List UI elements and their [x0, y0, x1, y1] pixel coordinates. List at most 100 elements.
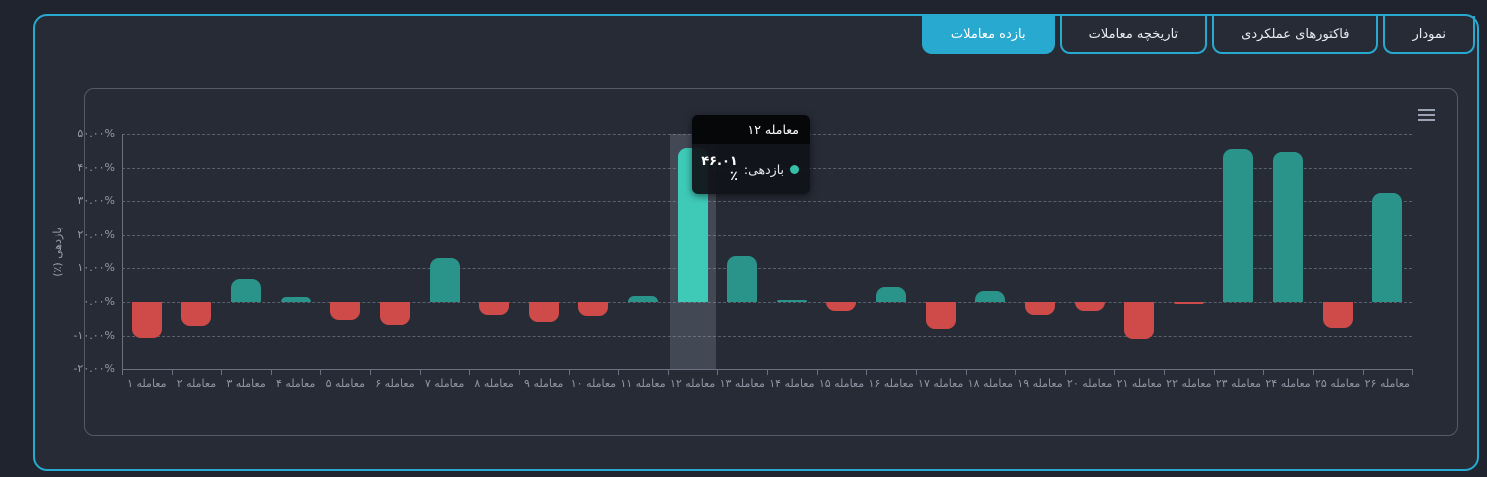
x-axis-tick — [618, 369, 619, 375]
y-axis-tick-label: ۳۰.۰۰% — [32, 193, 115, 208]
tab-trade-history[interactable]: تاریخچه معاملات — [1060, 16, 1208, 54]
bar-معامله ۲۲[interactable] — [1174, 302, 1204, 304]
x-axis-category-label: معامله ۱۶ — [866, 376, 916, 391]
bar-معامله ۵[interactable] — [330, 302, 360, 320]
bar-معامله ۲۱[interactable] — [1124, 302, 1154, 339]
x-axis-category-label: معامله ۱۲ — [668, 376, 718, 391]
y-gridline — [122, 336, 1412, 337]
bar-معامله ۶[interactable] — [380, 302, 410, 325]
x-axis-tick — [916, 369, 917, 375]
bar-معامله ۱۳[interactable] — [727, 256, 757, 302]
bar-معامله ۲۵[interactable] — [1323, 302, 1353, 328]
x-axis-tick — [1313, 369, 1314, 375]
tab-chart[interactable]: نمودار — [1383, 16, 1475, 54]
x-axis-tick — [1263, 369, 1264, 375]
bar-معامله ۳[interactable] — [231, 279, 261, 302]
bar-معامله ۱۰[interactable] — [578, 302, 608, 316]
x-axis-tick — [569, 369, 570, 375]
tab-label: فاکتورهای عملکردی — [1241, 27, 1349, 42]
x-axis-category-label: معامله ۲۴ — [1263, 376, 1313, 391]
bar-معامله ۱۴[interactable] — [777, 300, 807, 302]
x-axis-tick — [519, 369, 520, 375]
bar-معامله ۱۹[interactable] — [1025, 302, 1055, 315]
bar-معامله ۲۳[interactable] — [1223, 149, 1253, 302]
tooltip: معامله ۱۲ بازدهی: ۴۶.۰۱ ٪ — [692, 115, 810, 194]
bar-معامله ۱[interactable] — [132, 302, 162, 338]
x-axis-tick — [271, 369, 272, 375]
bar-معامله ۱۱[interactable] — [628, 296, 658, 302]
tooltip-title: معامله ۱۲ — [692, 115, 810, 144]
tab-trade-returns[interactable]: بازده معاملات — [922, 16, 1055, 54]
x-axis-category-label: معامله ۱۸ — [966, 376, 1016, 391]
x-axis-category-label: معامله ۲۲ — [1164, 376, 1214, 391]
bar-معامله ۱۷[interactable] — [926, 302, 956, 329]
x-axis-category-label: معامله ۱۱ — [618, 376, 668, 391]
y-axis-tick-label: ۰.۰۰% — [32, 294, 115, 309]
y-gridline — [122, 201, 1412, 202]
x-axis-tick — [668, 369, 669, 375]
tooltip-series-label: بازدهی: — [744, 162, 784, 177]
x-axis-tick — [1214, 369, 1215, 375]
x-axis-category-label: معامله ۳ — [221, 376, 271, 391]
x-axis-tick — [320, 369, 321, 375]
y-axis-tick-label: -۱۰.۰۰% — [32, 328, 115, 343]
x-axis-category-label: معامله ۲۰ — [1065, 376, 1115, 391]
x-axis-tick — [866, 369, 867, 375]
y-axis-tick-label: ۵۰.۰۰% — [32, 126, 115, 141]
y-gridline — [122, 268, 1412, 269]
x-axis-category-label: معامله ۲۱ — [1114, 376, 1164, 391]
bar-معامله ۱۵[interactable] — [826, 302, 856, 311]
y-axis-tick-label: ۴۰.۰۰% — [32, 160, 115, 175]
x-axis-category-label: معامله ۱۹ — [1015, 376, 1065, 391]
bar-معامله ۴[interactable] — [281, 297, 311, 302]
x-axis-tick — [370, 369, 371, 375]
x-axis-tick — [172, 369, 173, 375]
bar-معامله ۲[interactable] — [181, 302, 211, 326]
tab-label: نمودار — [1412, 27, 1446, 42]
x-axis-category-label: معامله ۱۵ — [817, 376, 867, 391]
x-axis-category-label: معامله ۲۵ — [1313, 376, 1363, 391]
x-axis-category-label: معامله ۲۳ — [1214, 376, 1264, 391]
x-axis-tick — [1164, 369, 1165, 375]
x-axis-category-label: معامله ۱۳ — [717, 376, 767, 391]
x-axis-tick — [1015, 369, 1016, 375]
x-axis-tick — [767, 369, 768, 375]
bar-معامله ۲۴[interactable] — [1273, 152, 1303, 302]
chart-panel: ۵۰.۰۰%۴۰.۰۰%۳۰.۰۰%۲۰.۰۰%۱۰.۰۰%۰.۰۰%-۱۰.۰… — [84, 88, 1458, 436]
y-gridline — [122, 235, 1412, 236]
hamburger-menu-icon[interactable] — [1418, 109, 1435, 121]
x-axis-tick — [420, 369, 421, 375]
series-marker-dot — [790, 165, 799, 174]
x-axis-category-label: معامله ۱۰ — [569, 376, 619, 391]
y-axis-tick-label: -۲۰.۰۰% — [32, 361, 115, 376]
bar-معامله ۲۰[interactable] — [1075, 302, 1105, 311]
x-axis-tick — [1363, 369, 1364, 375]
tooltip-body: بازدهی: ۴۶.۰۱ ٪ — [692, 144, 810, 194]
x-axis-category-label: معامله ۲ — [172, 376, 222, 391]
x-axis-tick — [122, 369, 123, 375]
tab-performance-factors[interactable]: فاکتورهای عملکردی — [1212, 16, 1378, 54]
x-axis-tick — [1065, 369, 1066, 375]
x-axis-category-label: معامله ۲۶ — [1363, 376, 1413, 391]
main-container: نمودار فاکتورهای عملکردی تاریخچه معاملات… — [33, 14, 1479, 471]
tab-label: بازده معاملات — [951, 27, 1026, 42]
x-axis-tick — [221, 369, 222, 375]
tab-bar: نمودار فاکتورهای عملکردی تاریخچه معاملات… — [922, 16, 1475, 54]
bar-معامله ۲۶[interactable] — [1372, 193, 1402, 302]
x-axis-category-label: معامله ۵ — [320, 376, 370, 391]
bar-معامله ۹[interactable] — [529, 302, 559, 322]
x-axis-category-label: معامله ۱۴ — [767, 376, 817, 391]
bar-معامله ۱۸[interactable] — [975, 291, 1005, 302]
x-axis-category-label: معامله ۱۷ — [916, 376, 966, 391]
x-axis-category-label: معامله ۴ — [271, 376, 321, 391]
bar-معامله ۷[interactable] — [430, 258, 460, 302]
bar-معامله ۱۶[interactable] — [876, 287, 906, 302]
tab-label: تاریخچه معاملات — [1089, 27, 1179, 42]
bar-معامله ۸[interactable] — [479, 302, 509, 315]
y-axis-tick-label: ۱۰.۰۰% — [32, 260, 115, 275]
x-axis-tick — [1412, 369, 1413, 375]
x-axis-category-label: معامله ۹ — [519, 376, 569, 391]
x-axis-tick — [966, 369, 967, 375]
x-axis-category-label: معامله ۸ — [469, 376, 519, 391]
x-axis-category-label: معامله ۶ — [370, 376, 420, 391]
